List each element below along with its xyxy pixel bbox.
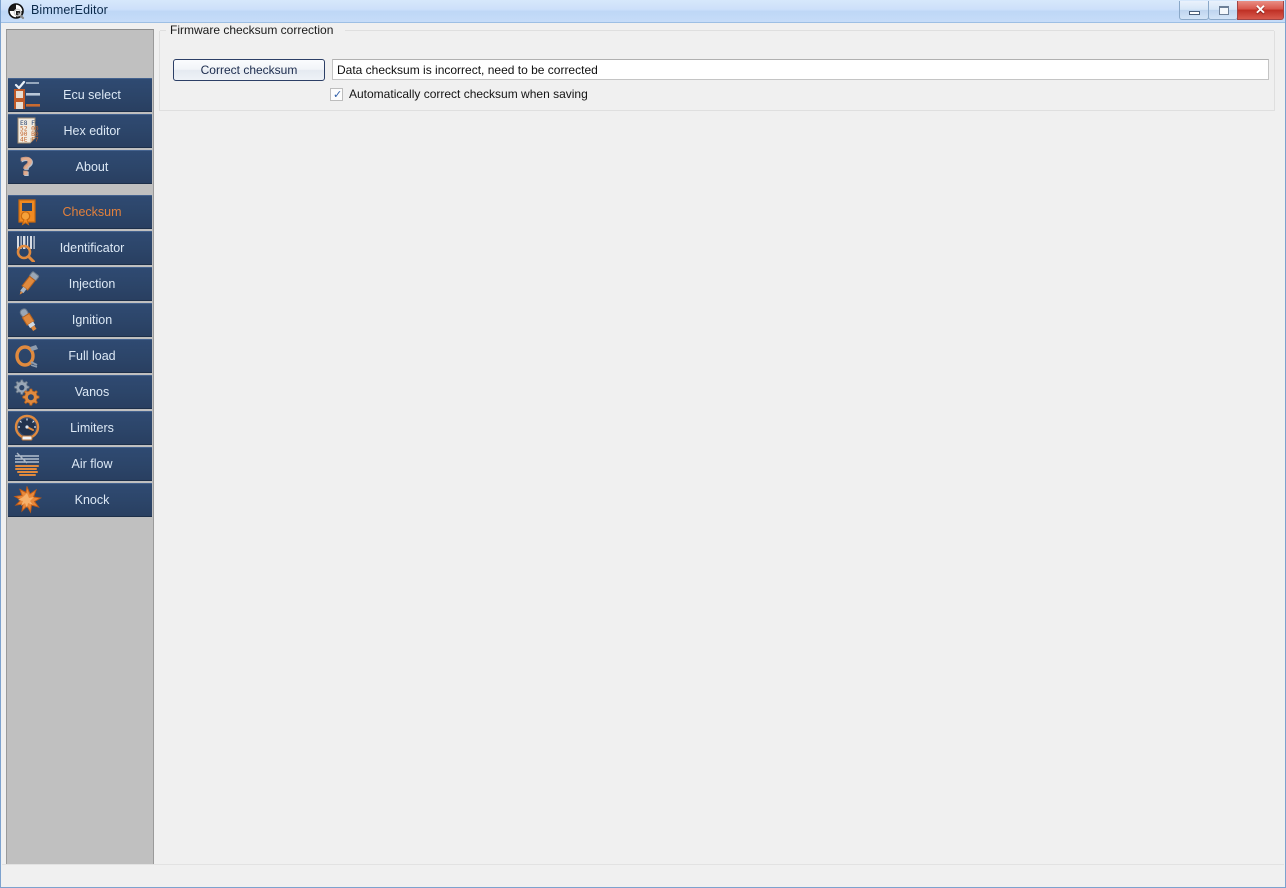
groupbox-title: Firmware checksum correction [167,23,337,37]
sidebar-item-limiters[interactable]: Limiters [8,411,152,445]
checksum-status-input[interactable] [332,59,1269,80]
maximize-button[interactable] [1208,1,1238,20]
correct-checksum-button[interactable]: Correct checksum [173,59,325,81]
sidebar-group-tuning: Checksum Identificator Injection Ignitio… [7,195,153,517]
barcode-magnifier-icon [11,233,45,263]
fuel-injector-icon [11,269,45,299]
title-bar: BimmerEditor ✕ [1,0,1285,23]
throttle-body-icon [11,341,45,371]
window-controls: ✕ [1179,1,1284,20]
minimize-button[interactable] [1179,1,1209,20]
sidebar-item-checksum[interactable]: Checksum [8,195,152,229]
sidebar-item-about[interactable]: ? ? About [8,150,152,184]
hex-document-icon: E8 F6 52 00 90 B0 4E F7 [11,116,45,146]
question-mark-icon: ? ? [11,152,45,182]
sidebar-item-air-flow[interactable]: Air flow [8,447,152,481]
close-button[interactable]: ✕ [1237,1,1284,20]
auto-correct-checkbox-row[interactable]: ✓ Automatically correct checksum when sa… [330,87,588,101]
spark-plug-icon [11,305,45,335]
auto-correct-label: Automatically correct checksum when savi… [349,87,588,101]
svg-text:4E F7: 4E F7 [20,137,39,144]
sidebar-group-separator [7,186,153,195]
application-window: BimmerEditor ✕ Ecu select E8 F6 52 00 90… [0,0,1286,888]
sidebar-item-ignition[interactable]: Ignition [8,303,152,337]
sidebar-item-knock[interactable]: Knock [8,483,152,517]
app-logo-icon [8,3,25,20]
main-content: Firmware checksum correction Correct che… [158,23,1279,865]
certificate-seal-icon [11,197,45,227]
auto-correct-checkbox[interactable]: ✓ [330,87,343,101]
air-flow-icon [11,449,45,479]
checklist-icon [11,80,45,110]
gears-icon [11,377,45,407]
sidebar-group-general: Ecu select E8 F6 52 00 90 B0 4E F7 Hex e… [7,78,153,184]
window-title: BimmerEditor [31,3,108,17]
sidebar: Ecu select E8 F6 52 00 90 B0 4E F7 Hex e… [6,29,154,865]
sidebar-item-full-load[interactable]: Full load [8,339,152,373]
svg-text:?: ? [19,153,34,181]
status-bar [2,864,1284,886]
sidebar-item-injection[interactable]: Injection [8,267,152,301]
check-icon: ✓ [333,87,343,101]
sidebar-item-hex-editor[interactable]: E8 F6 52 00 90 B0 4E F7 Hex editor [8,114,152,148]
close-icon: ✕ [1255,2,1266,17]
sidebar-item-vanos[interactable]: Vanos [8,375,152,409]
firmware-checksum-groupbox: Firmware checksum correction Correct che… [159,23,1275,111]
sidebar-top-spacer [7,30,153,78]
sidebar-item-ecu-select[interactable]: Ecu select [8,78,152,112]
knock-burst-icon [11,485,45,515]
speedometer-icon [11,413,45,443]
sidebar-item-identificator[interactable]: Identificator [8,231,152,265]
